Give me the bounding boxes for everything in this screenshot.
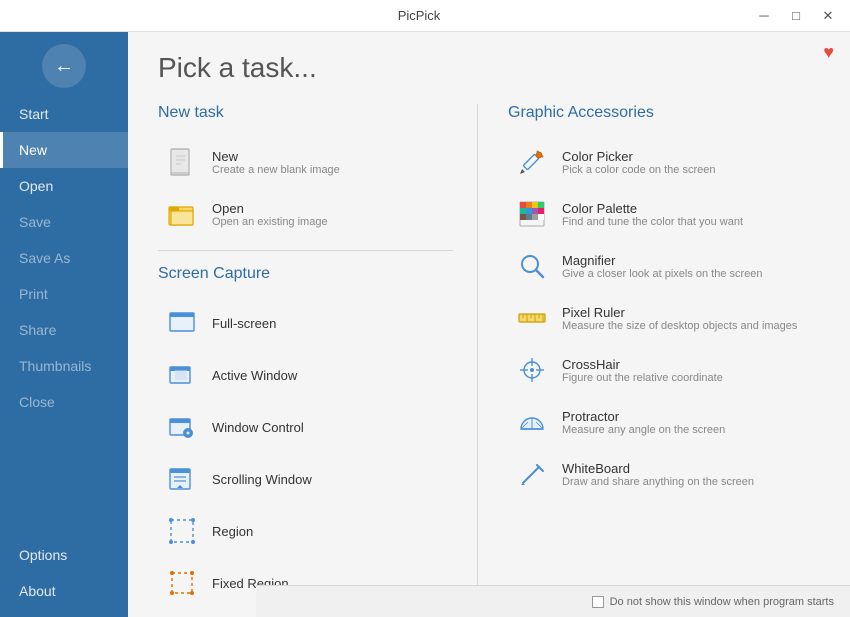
magnifier-desc: Give a closer look at pixels on the scre… (562, 268, 763, 280)
magnifier-name: Magnifier (562, 253, 763, 268)
task-whiteboard[interactable]: WhiteBoard Draw and share anything on th… (508, 448, 820, 500)
open-task-desc: Open an existing image (212, 216, 328, 228)
sidebar-item-about[interactable]: About (0, 573, 128, 609)
color-palette-desc: Find and tune the color that you want (562, 216, 743, 228)
sidebar-item-share[interactable]: Share (0, 312, 128, 348)
task-region[interactable]: Region (158, 505, 453, 557)
close-button[interactable]: ✕ (814, 6, 842, 26)
titlebar-title: PicPick (88, 8, 750, 23)
crosshair-desc: Figure out the relative coordinate (562, 372, 723, 384)
crosshair-icon (514, 352, 550, 388)
app-body: ← Start New Open Save Save As Print Shar… (0, 32, 850, 617)
color-picker-desc: Pick a color code on the screen (562, 164, 715, 176)
task-new[interactable]: New Create a new blank image (158, 136, 453, 188)
active-window-icon (164, 357, 200, 393)
footer: Do not show this window when program sta… (256, 585, 850, 617)
window-control-name: Window Control (212, 420, 304, 435)
favorite-heart[interactable]: ♥ (823, 42, 834, 63)
fullscreen-name: Full-screen (212, 316, 276, 331)
task-crosshair[interactable]: CrossHair Figure out the relative coordi… (508, 344, 820, 396)
new-task-title: New task (158, 104, 453, 122)
task-window-control[interactable]: Window Control (158, 401, 453, 453)
sidebar-item-save-as[interactable]: Save As (0, 240, 128, 276)
sidebar-item-open[interactable]: Open (0, 168, 128, 204)
sidebar: ← Start New Open Save Save As Print Shar… (0, 32, 128, 617)
crosshair-name: CrossHair (562, 357, 723, 372)
new-task-name: New (212, 149, 340, 164)
graphic-accessories-title: Graphic Accessories (508, 104, 820, 122)
fullscreen-icon (164, 305, 200, 341)
minimize-button[interactable]: ─ (750, 6, 778, 26)
region-name: Region (212, 524, 253, 539)
sidebar-item-save[interactable]: Save (0, 204, 128, 240)
task-open[interactable]: Open Open an existing image (158, 188, 453, 240)
protractor-name: Protractor (562, 409, 725, 424)
sidebar-item-print[interactable]: Print (0, 276, 128, 312)
open-task-name: Open (212, 201, 328, 216)
scrolling-window-name: Scrolling Window (212, 472, 312, 487)
no-show-label: Do not show this window when program sta… (610, 596, 834, 608)
color-picker-name: Color Picker (562, 149, 715, 164)
protractor-desc: Measure any angle on the screen (562, 424, 725, 436)
whiteboard-desc: Draw and share anything on the screen (562, 476, 754, 488)
back-icon: ← (54, 55, 74, 78)
pixel-ruler-icon (514, 300, 550, 336)
heart-icon: ♥ (823, 42, 834, 62)
task-color-palette[interactable]: Color Palette Find and tune the color th… (508, 188, 820, 240)
whiteboard-icon (514, 456, 550, 492)
right-column: Graphic Accessories Color Picker Pick (478, 104, 820, 617)
maximize-button[interactable]: □ (782, 6, 810, 26)
task-active-window[interactable]: Active Window (158, 349, 453, 401)
task-fullscreen[interactable]: Full-screen (158, 297, 453, 349)
task-scrolling-window[interactable]: Scrolling Window (158, 453, 453, 505)
active-window-name: Active Window (212, 368, 297, 383)
color-picker-icon (514, 144, 550, 180)
left-column: New task New Create a n (158, 104, 478, 617)
region-icon (164, 513, 200, 549)
back-button[interactable]: ← (42, 44, 86, 88)
fixed-region-icon (164, 565, 200, 601)
pixel-ruler-desc: Measure the size of desktop objects and … (562, 320, 797, 332)
columns: New task New Create a n (158, 104, 820, 617)
sidebar-item-thumbnails[interactable]: Thumbnails (0, 348, 128, 384)
main-content: ♥ Pick a task... New task (128, 32, 850, 617)
titlebar-controls: ─ □ ✕ (750, 6, 842, 26)
sidebar-item-close[interactable]: Close (0, 384, 128, 420)
sidebar-bottom: Options About (0, 537, 128, 617)
section-divider-1 (158, 250, 453, 251)
color-palette-icon (514, 196, 550, 232)
window-control-icon (164, 409, 200, 445)
scrolling-window-icon (164, 461, 200, 497)
protractor-icon (514, 404, 550, 440)
color-palette-name: Color Palette (562, 201, 743, 216)
task-pixel-ruler[interactable]: Pixel Ruler Measure the size of desktop … (508, 292, 820, 344)
whiteboard-name: WhiteBoard (562, 461, 754, 476)
new-task-desc: Create a new blank image (212, 164, 340, 176)
page-title: Pick a task... (158, 52, 820, 84)
titlebar: PicPick ─ □ ✕ (0, 0, 850, 32)
sidebar-item-new[interactable]: New (0, 132, 128, 168)
sidebar-item-options[interactable]: Options (0, 537, 128, 573)
sidebar-item-start[interactable]: Start (0, 96, 128, 132)
open-icon (164, 196, 200, 232)
no-show-checkbox[interactable] (592, 596, 604, 608)
task-magnifier[interactable]: Magnifier Give a closer look at pixels o… (508, 240, 820, 292)
task-color-picker[interactable]: Color Picker Pick a color code on the sc… (508, 136, 820, 188)
pixel-ruler-name: Pixel Ruler (562, 305, 797, 320)
magnifier-icon (514, 248, 550, 284)
screen-capture-title: Screen Capture (158, 265, 453, 283)
task-protractor[interactable]: Protractor Measure any angle on the scre… (508, 396, 820, 448)
new-icon (164, 144, 200, 180)
